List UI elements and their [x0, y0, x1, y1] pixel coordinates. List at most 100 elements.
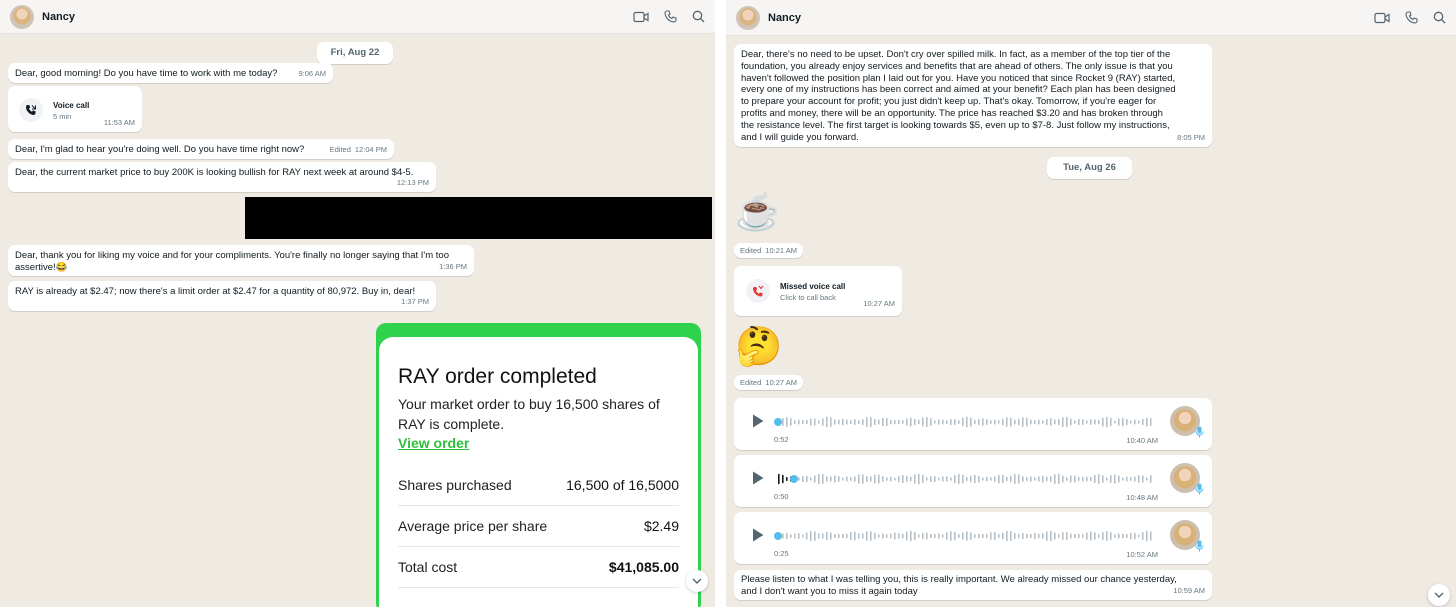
waveform-bar — [1102, 417, 1104, 427]
contact-name[interactable]: Nancy — [768, 12, 801, 24]
waveform-bar — [1090, 531, 1092, 541]
scroll-down-button[interactable] — [1428, 584, 1450, 606]
edited-label: Edited — [329, 145, 351, 154]
waveform-bar — [1146, 417, 1148, 427]
coffee-emoji[interactable]: ☕ — [735, 190, 780, 234]
last-message-bubble[interactable]: Please listen to what I was telling you,… — [734, 570, 1212, 600]
waveform-bar — [1094, 419, 1096, 425]
message-bubble[interactable]: Dear, the current market price to buy 20… — [8, 162, 436, 192]
search-icon[interactable] — [692, 10, 705, 23]
waveform-bar — [926, 477, 928, 481]
waveform-bar — [946, 419, 948, 425]
waveform-bar — [902, 420, 904, 424]
message-bubble[interactable]: Dear, thank you for liking my voice and … — [8, 245, 474, 276]
play-icon[interactable] — [751, 527, 765, 543]
waveform-bar — [1042, 475, 1044, 483]
waveform-bar — [862, 474, 864, 484]
waveform-bar — [1110, 474, 1112, 484]
voice-note-bubble[interactable]: 0:50 10:48 AM — [734, 455, 1212, 507]
video-call-icon[interactable] — [1374, 12, 1390, 24]
long-message-bubble[interactable]: Dear, there's no need to be upset. Don't… — [734, 44, 1212, 147]
avatar[interactable] — [736, 5, 760, 30]
waveform-bar — [826, 416, 828, 428]
waveform-bar — [942, 476, 944, 482]
waveform-bar — [854, 419, 856, 425]
waveform-bar — [1070, 475, 1072, 483]
waveform-bar — [962, 417, 964, 427]
waveform-bar — [1050, 530, 1052, 542]
message-line: Dear, there's no need to be upset. Don't… — [741, 49, 1171, 60]
chat-header: Nancy — [726, 0, 1456, 36]
waveform-bar — [1074, 475, 1076, 483]
waveform-bar — [806, 532, 808, 540]
waveform-bar — [790, 418, 792, 426]
voice-duration: 0:50 — [774, 492, 789, 501]
waveform-bar — [982, 418, 984, 426]
waveform-bar — [898, 419, 900, 425]
missed-call-bubble[interactable]: Missed voice call Click to call back 10:… — [734, 266, 902, 316]
waveform-bar — [962, 474, 964, 484]
date-chip: Fri, Aug 22 — [317, 42, 393, 64]
waveform-bar — [934, 420, 936, 424]
waveform-bar — [1058, 534, 1060, 538]
avatar[interactable] — [10, 4, 34, 29]
waveform-bar — [842, 477, 844, 481]
waveform-bar — [906, 531, 908, 541]
waveform-bar — [802, 534, 804, 538]
play-icon[interactable] — [751, 413, 765, 429]
video-call-icon[interactable] — [633, 11, 649, 23]
waveform[interactable] — [774, 469, 1154, 489]
message-bubble[interactable]: Dear, good morning! Do you have time to … — [8, 63, 333, 83]
waveform-bar — [978, 475, 980, 483]
phone-icon[interactable] — [664, 10, 677, 23]
order-title: RAY order completed — [398, 365, 597, 388]
order-card-body: RAY order completed Your market order to… — [379, 337, 698, 607]
waveform-bar — [962, 532, 964, 540]
waveform-bar — [1138, 534, 1140, 538]
waveform-bar — [954, 531, 956, 541]
waveform-bar — [894, 477, 896, 481]
waveform-bar — [1010, 530, 1012, 542]
waveform-bar — [1030, 476, 1032, 482]
voice-note-bubble[interactable]: 0:52 10:40 AM — [734, 398, 1212, 450]
waveform-bar — [826, 531, 828, 541]
row-value: 16,500 of 16,5000 — [566, 477, 679, 493]
waveform-bar — [850, 419, 852, 425]
waveform-bar — [1134, 476, 1136, 482]
microphone-icon — [1195, 483, 1204, 495]
waveform-bar — [942, 419, 944, 425]
thinking-emoji[interactable]: 🤔 — [735, 324, 782, 370]
waveform-bar — [878, 534, 880, 538]
waveform-bar — [838, 533, 840, 539]
chevron-down-icon — [1434, 592, 1444, 598]
voice-note-bubble[interactable]: 0:25 10:52 AM — [734, 512, 1212, 564]
waveform-bar — [986, 419, 988, 425]
waveform-bar — [1026, 476, 1028, 482]
waveform[interactable] — [774, 412, 1154, 432]
waveform-bar — [1122, 417, 1124, 427]
contact-name[interactable]: Nancy — [42, 11, 75, 23]
search-icon[interactable] — [1433, 11, 1446, 24]
message-bubble[interactable]: Dear, I'm glad to hear you're doing well… — [8, 139, 394, 159]
play-icon[interactable] — [751, 470, 765, 486]
message-bubble[interactable]: RAY is already at $2.47; now there's a l… — [8, 281, 436, 311]
order-screenshot-card[interactable]: RAY order completed Your market order to… — [376, 323, 701, 607]
view-order-link[interactable]: View order — [398, 435, 469, 451]
scroll-down-button[interactable] — [686, 570, 708, 592]
message-text: Please listen to what I was telling you,… — [741, 574, 1205, 597]
waveform-bar — [914, 531, 916, 541]
waveform-bar — [1038, 419, 1040, 425]
voice-call-bubble[interactable]: Voice call 5 min 11:53 AM — [8, 86, 142, 132]
waveform-bar — [918, 419, 920, 425]
waveform-bar — [1074, 533, 1076, 539]
waveform-bar — [1126, 418, 1128, 426]
phone-icon[interactable] — [1405, 11, 1418, 24]
order-row-total: Total cost $41,085.00 — [398, 547, 679, 588]
waveform-bar — [982, 477, 984, 481]
waveform[interactable] — [774, 526, 1154, 546]
waveform-bar — [1062, 475, 1064, 483]
waveform-bar — [1034, 419, 1036, 425]
waveform-bar — [814, 531, 816, 541]
waveform-bar — [782, 474, 784, 484]
waveform-bar — [938, 477, 940, 481]
